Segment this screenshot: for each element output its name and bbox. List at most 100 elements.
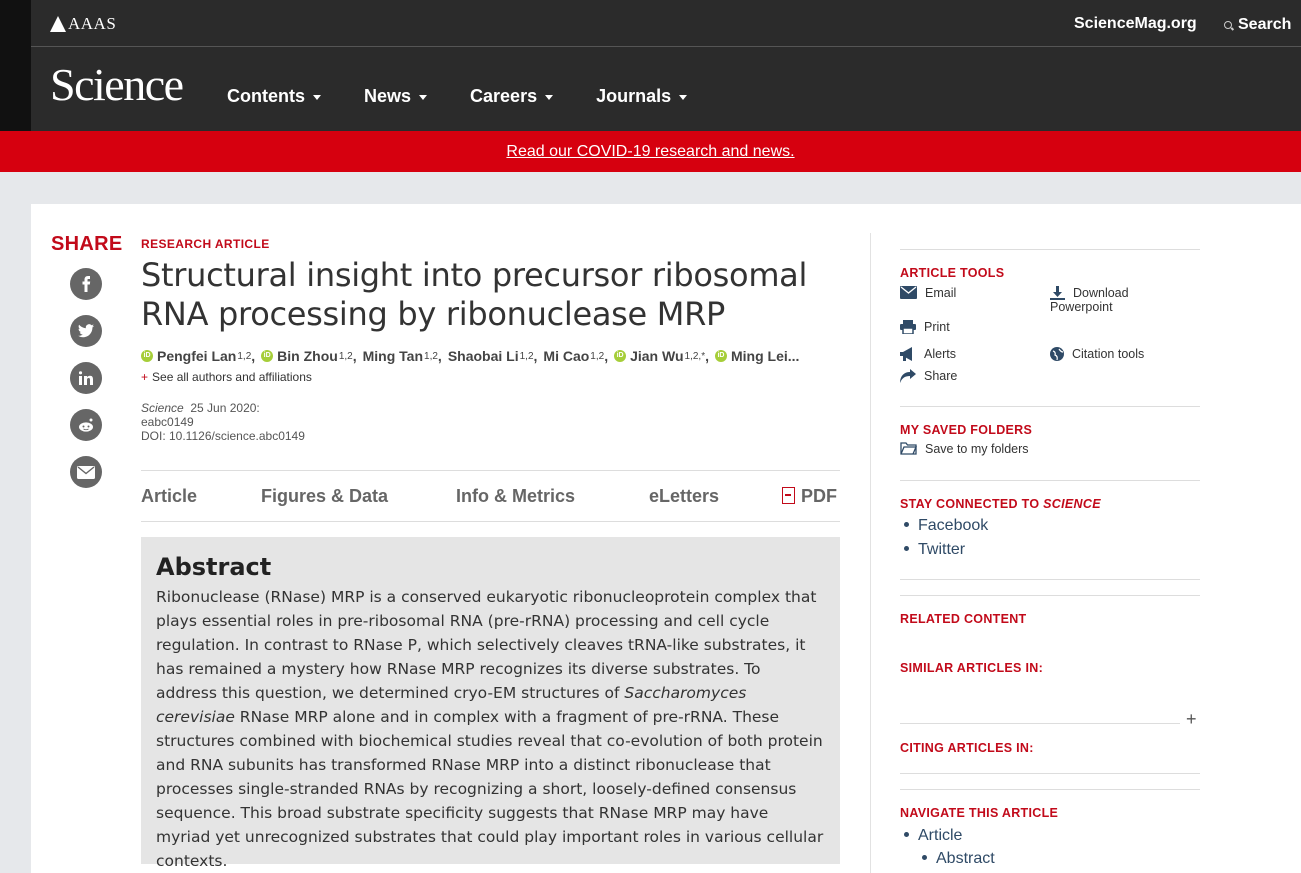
author-link[interactable]: Shaobai Li 1,2, (448, 348, 538, 364)
sidebar-divider (900, 480, 1200, 481)
see-all-authors-link[interactable]: + See all authors and affiliations (141, 370, 312, 384)
printer-icon (900, 320, 916, 334)
share-facebook-button[interactable] (70, 268, 102, 300)
share-email-button[interactable] (70, 456, 102, 488)
journal-name: Science (141, 401, 184, 415)
covid-link[interactable]: Read our COVID-19 research and news. (506, 143, 794, 160)
covid-banner: Read our COVID-19 research and news. (0, 131, 1301, 172)
download-powerpoint-tool[interactable]: Download Powerpoint (1050, 286, 1129, 314)
article-tools-heading: ARTICLE TOOLS (900, 266, 1005, 280)
tab-eletters[interactable]: eLetters (649, 486, 719, 507)
download-icon (1050, 286, 1065, 300)
author-link[interactable]: Mi Cao 1,2, (543, 348, 608, 364)
sidebar-divider (900, 249, 1200, 250)
author-link[interactable]: iD Bin Zhou 1,2, (261, 348, 357, 364)
nav-label: Careers (470, 86, 538, 106)
chevron-down-icon (679, 95, 688, 100)
sidebar-divider (900, 406, 1200, 407)
nav-journals[interactable]: Journals (596, 86, 688, 107)
chevron-down-icon (545, 95, 554, 100)
bullet-icon (922, 855, 927, 860)
print-label: Print (924, 320, 950, 334)
linkedin-icon (79, 371, 93, 385)
reddit-icon (79, 418, 93, 432)
sidebar-divider (900, 773, 1200, 774)
facebook-link[interactable]: Facebook (904, 517, 988, 535)
email-tool[interactable]: Email (900, 286, 956, 300)
author-link[interactable]: iD Jian Wu 1,2,*, (614, 348, 709, 364)
author-name: Bin Zhou (277, 348, 338, 364)
facebook-icon (82, 276, 91, 292)
share-arrow-icon (900, 369, 916, 383)
author-link[interactable]: Ming Tan 1,2, (363, 348, 442, 364)
saved-folders-heading: MY SAVED FOLDERS (900, 423, 1033, 437)
author-link[interactable]: iD Ming Lei... (714, 348, 799, 364)
email-icon (77, 465, 95, 479)
tab-pdf-label: PDF (801, 486, 837, 506)
main-nav: Contents News Careers Journals (227, 86, 730, 107)
author-name: Mi Cao (543, 348, 590, 364)
nav-news[interactable]: News (364, 86, 428, 107)
nav-contents[interactable]: Contents (227, 86, 321, 107)
abstract-heading: Abstract (156, 553, 272, 581)
nav-label: News (364, 86, 412, 106)
tab-article[interactable]: Article (141, 486, 197, 507)
pdf-icon (782, 487, 795, 504)
chevron-down-icon (419, 95, 428, 100)
search-icon (1224, 21, 1232, 29)
navigate-article-link[interactable]: Article (904, 827, 962, 845)
abstract-box: Abstract Ribonuclease (RNase) MRP is a c… (141, 537, 840, 870)
bullet-icon (904, 522, 909, 527)
share-linkedin-button[interactable] (70, 362, 102, 394)
article-title: Structural insight into precursor riboso… (141, 256, 808, 333)
save-to-folders-link[interactable]: Save to my folders (900, 442, 1029, 456)
megaphone-icon (900, 347, 912, 361)
author-name: Jian Wu (630, 348, 684, 364)
author-affil: 1,2 (590, 350, 605, 362)
twitter-link[interactable]: Twitter (904, 541, 965, 559)
author-affil: 1,2 (519, 350, 534, 362)
article-doi: DOI: 10.1126/science.abc0149 (141, 429, 305, 443)
share-twitter-button[interactable] (70, 315, 102, 347)
plus-icon: + (1186, 709, 1197, 729)
search-button[interactable]: Search (1224, 16, 1291, 34)
tab-figures-data[interactable]: Figures & Data (261, 486, 388, 507)
sidebar-divider (900, 579, 1200, 580)
author-link[interactable]: iD Pengfei Lan 1,2, (141, 348, 255, 364)
author-affil: 1,2 (338, 350, 353, 362)
share-tool[interactable]: Share (900, 369, 957, 383)
globe-icon (1050, 347, 1064, 361)
orcid-icon: iD (614, 350, 627, 362)
science-logo[interactable]: Science (50, 62, 184, 108)
sciencemag-link[interactable]: ScienceMag.org (1074, 15, 1197, 33)
article-tabs: Article Figures & Data Info & Metrics eL… (141, 470, 840, 522)
share-reddit-button[interactable] (70, 409, 102, 441)
navigate-article-label: Article (918, 827, 963, 844)
author-list: iD Pengfei Lan 1,2, iD Bin Zhou 1,2, Ming Ta… (141, 348, 841, 364)
download-label: Download (1073, 286, 1129, 300)
print-tool[interactable]: Print (900, 320, 950, 334)
chevron-down-icon (313, 95, 321, 100)
search-label: Search (1238, 16, 1292, 33)
tab-pdf[interactable]: PDF (782, 486, 837, 507)
download-label-2: Powerpoint (1050, 300, 1113, 314)
nav-label: Contents (227, 86, 305, 106)
alerts-tool[interactable]: Alerts (900, 347, 956, 361)
orcid-icon: iD (714, 350, 727, 362)
envelope-icon (900, 286, 917, 299)
bullet-icon (904, 832, 909, 837)
author-affil: 1,2 (424, 350, 438, 362)
header-left-strip (0, 0, 31, 131)
sidebar-divider (900, 723, 1180, 724)
aaas-logo-link[interactable]: AAAS (50, 14, 116, 34)
aaas-logo-icon (50, 16, 66, 32)
plus-icon: + (141, 370, 149, 384)
nav-careers[interactable]: Careers (470, 86, 554, 107)
sidebar-divider (900, 789, 1200, 790)
citation-tools-tool[interactable]: Citation tools (1050, 347, 1144, 361)
alerts-label: Alerts (924, 347, 956, 361)
orcid-icon: iD (141, 350, 153, 362)
navigate-abstract-link[interactable]: Abstract (922, 850, 995, 868)
expand-plus-button[interactable]: + (1186, 709, 1197, 730)
tab-info-metrics[interactable]: Info & Metrics (456, 486, 575, 507)
